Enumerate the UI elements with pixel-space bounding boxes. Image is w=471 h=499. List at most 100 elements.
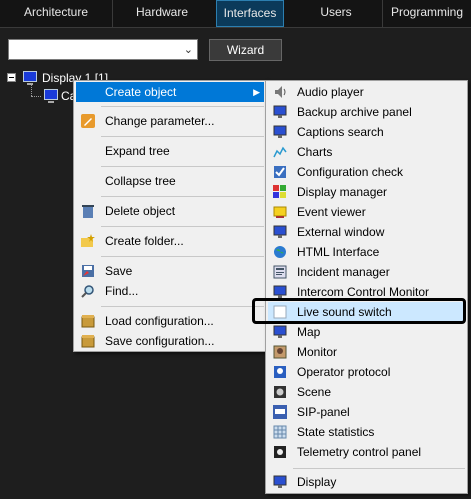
submenu-item-audio-player[interactable]: Audio player <box>268 82 465 102</box>
camera-monitor-icon <box>273 345 287 359</box>
menu-separator <box>101 226 264 227</box>
submenu-item-label: Telemetry control panel <box>297 445 422 459</box>
menu-item-label: Create folder... <box>105 234 184 248</box>
submenu-item-telemetry-control-panel[interactable]: Telemetry control panel <box>268 442 465 462</box>
incident-icon <box>273 265 287 279</box>
magnifier-icon <box>81 285 94 298</box>
pencil-icon <box>81 114 95 128</box>
menu-separator <box>101 136 264 137</box>
tree-connector <box>31 96 41 98</box>
submenu-item-captions-search[interactable]: Captions search <box>268 122 465 142</box>
menu-separator <box>101 306 264 307</box>
menu-item-change-parameter[interactable]: Change parameter... <box>76 111 264 131</box>
globe-icon <box>274 246 286 258</box>
submenu-item-label: External window <box>297 225 385 239</box>
submenu-item-backup-archive-panel[interactable]: Backup archive panel <box>268 102 465 122</box>
menu-item-label: Expand tree <box>105 144 170 158</box>
submenu-item-label: Scene <box>297 385 332 399</box>
highlight-frame <box>252 298 466 324</box>
tab-bar-border <box>0 27 471 28</box>
submenu-item-label: Charts <box>297 145 333 159</box>
charts-icon <box>273 146 287 158</box>
submenu-item-label: Audio player <box>297 85 364 99</box>
menu-item-label: Collapse tree <box>105 174 176 188</box>
submenu-item-label: Backup archive panel <box>297 105 412 119</box>
submenu-item-charts[interactable]: Charts <box>268 142 465 162</box>
submenu-item-configuration-check[interactable]: Configuration check <box>268 162 465 182</box>
tab-architecture[interactable]: Architecture <box>0 0 112 27</box>
grid-icon <box>273 425 287 439</box>
submenu-item-monitor[interactable]: Monitor <box>268 342 465 362</box>
submenu-item-label: Monitor <box>297 345 338 359</box>
submenu-item-label: Map <box>297 325 321 339</box>
top-tab-bar: Architecture Hardware Interfaces Users P… <box>0 0 471 27</box>
monitor-icon <box>273 285 287 298</box>
map-icon <box>273 325 287 338</box>
submenu-item-operator-protocol[interactable]: Operator protocol <box>268 362 465 382</box>
submenu-item-event-viewer[interactable]: Event viewer <box>268 202 465 222</box>
monitor-icon <box>273 225 287 238</box>
submenu-item-label: Display manager <box>297 185 388 199</box>
create-object-submenu: Audio player Backup archive panel Captio… <box>265 80 468 494</box>
submenu-arrow-icon: ▶ <box>253 87 260 97</box>
submenu-item-label: HTML Interface <box>297 245 380 259</box>
menu-item-label: Delete object <box>105 204 176 218</box>
object-type-combo[interactable]: ⌄ <box>8 39 198 60</box>
menu-separator <box>101 196 264 197</box>
submenu-item-scene[interactable]: Scene <box>268 382 465 402</box>
submenu-item-sip-panel[interactable]: SIP-panel <box>268 402 465 422</box>
tab-users[interactable]: Users <box>290 0 382 27</box>
tab-interfaces[interactable]: Interfaces <box>216 0 284 27</box>
tree-connector <box>31 83 33 96</box>
folder-new-icon <box>81 234 95 247</box>
monitor-icon <box>273 125 287 138</box>
submenu-item-label: Incident manager <box>297 265 390 279</box>
save-icon <box>82 265 94 277</box>
operator-icon <box>274 366 286 378</box>
menu-item-save-configuration[interactable]: Save configuration... <box>76 331 264 351</box>
audio-player-icon <box>275 86 286 98</box>
menu-item-label: Save <box>105 264 133 278</box>
menu-item-collapse-tree[interactable]: Collapse tree <box>76 171 264 191</box>
submenu-item-html-interface[interactable]: HTML Interface <box>268 242 465 262</box>
submenu-item-external-window[interactable]: External window <box>268 222 465 242</box>
menu-item-save[interactable]: Save <box>76 261 264 281</box>
menu-item-create-folder[interactable]: Create folder... <box>76 231 264 251</box>
tab-hardware[interactable]: Hardware <box>113 0 211 27</box>
menu-item-label: Create object <box>105 85 177 99</box>
tab-programming[interactable]: Programming <box>383 0 471 27</box>
menu-separator <box>293 468 465 469</box>
camera-icon <box>44 89 58 103</box>
menu-item-label: Change parameter... <box>105 114 215 128</box>
box-icon <box>81 315 95 328</box>
menu-item-create-object[interactable]: Create object ▶ <box>76 82 264 102</box>
context-menu: Create object ▶ Change parameter... Expa… <box>73 80 267 352</box>
display-icon <box>273 475 287 488</box>
menu-item-label: Load configuration... <box>105 314 214 328</box>
delete-icon <box>82 205 94 218</box>
submenu-item-label: Configuration check <box>297 165 404 179</box>
event-viewer-icon <box>273 206 287 218</box>
sip-icon <box>273 405 287 419</box>
submenu-item-map[interactable]: Map <box>268 322 465 342</box>
menu-item-expand-tree[interactable]: Expand tree <box>76 141 264 161</box>
menu-item-find[interactable]: Find... <box>76 281 264 301</box>
menu-separator <box>101 166 264 167</box>
telemetry-icon <box>274 446 286 458</box>
submenu-item-label: Event viewer <box>297 205 366 219</box>
menu-item-load-configuration[interactable]: Load configuration... <box>76 311 264 331</box>
submenu-item-display[interactable]: Display <box>268 472 465 492</box>
display-manager-icon <box>273 185 286 198</box>
menu-item-label: Find... <box>105 284 139 298</box>
submenu-item-label: State statistics <box>297 425 375 439</box>
submenu-item-incident-manager[interactable]: Incident manager <box>268 262 465 282</box>
chevron-down-icon[interactable]: ⌄ <box>184 43 193 56</box>
menu-item-delete-object[interactable]: Delete object <box>76 201 264 221</box>
submenu-item-state-statistics[interactable]: State statistics <box>268 422 465 442</box>
display-icon <box>23 71 37 85</box>
submenu-item-display-manager[interactable]: Display manager <box>268 182 465 202</box>
config-check-icon <box>274 166 286 178</box>
wizard-button[interactable]: Wizard <box>209 39 282 61</box>
menu-item-label: Save configuration... <box>105 334 215 348</box>
tree-collapse-icon[interactable] <box>7 73 16 82</box>
